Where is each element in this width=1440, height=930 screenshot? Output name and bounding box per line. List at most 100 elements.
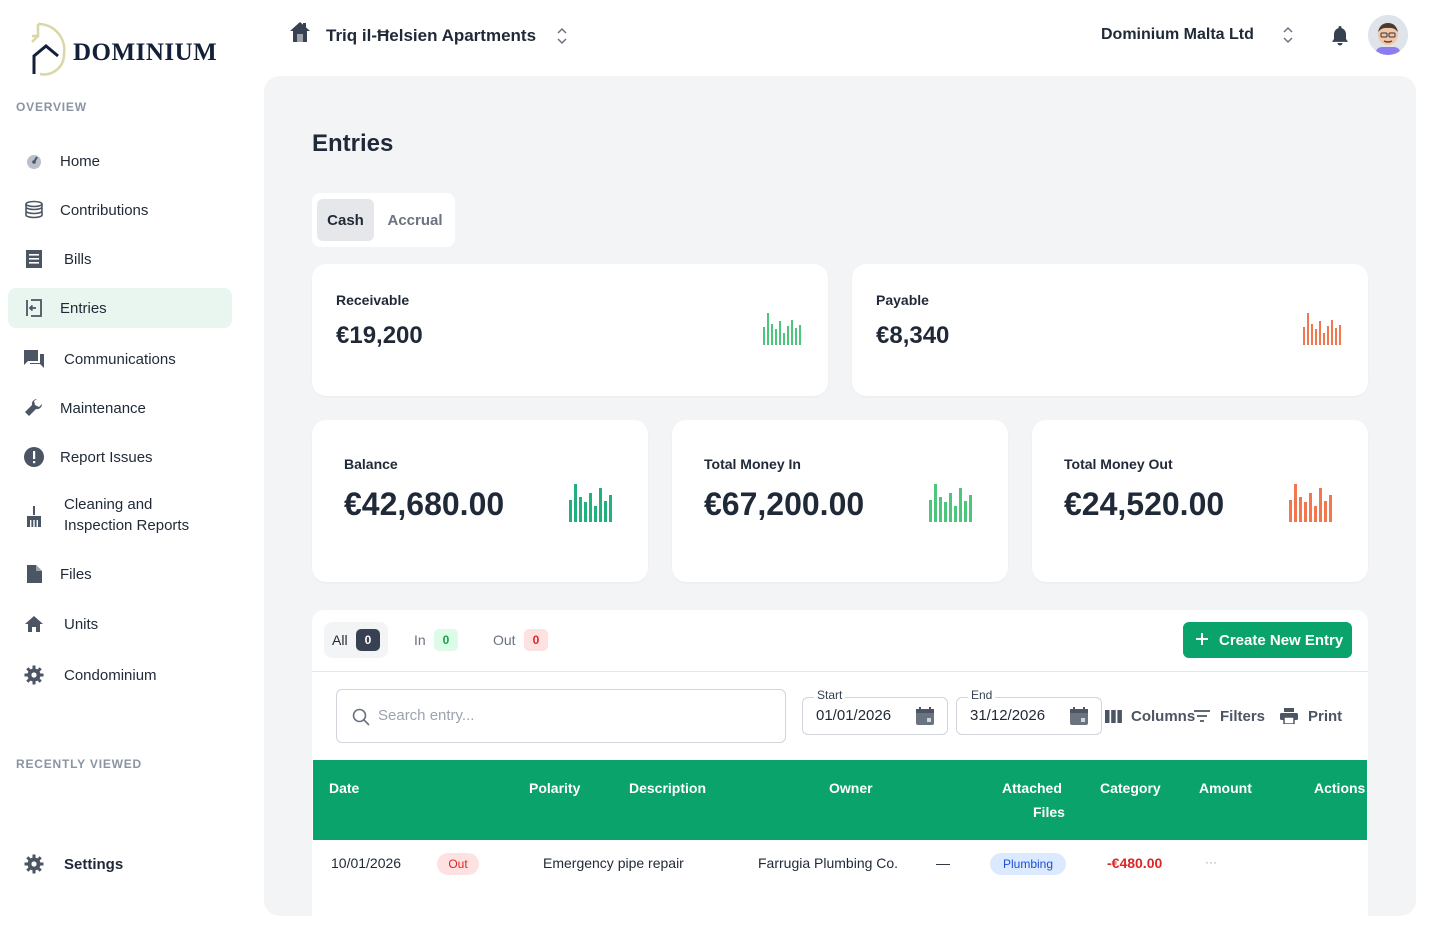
columns-icon <box>1105 709 1122 723</box>
filter-count-all: 0 <box>356 629 380 651</box>
sidebar-item-label-line1: Cleaning and <box>64 496 153 513</box>
columns-button[interactable]: Columns <box>1105 705 1195 727</box>
column-header-actions: Actions <box>1314 780 1366 796</box>
sidebar-item-label: Contributions <box>60 201 149 219</box>
receivable-sparkline-icon <box>763 313 801 345</box>
notifications-bell-icon[interactable] <box>1330 25 1350 52</box>
payable-card: Payable €8,340 <box>852 264 1368 396</box>
settings-gear-icon <box>22 852 46 876</box>
overview-section-label: OVERVIEW <box>16 100 87 114</box>
category-badge: Plumbing <box>990 853 1066 875</box>
user-avatar[interactable] <box>1368 15 1408 55</box>
sidebar-item-contributions[interactable]: Contributions <box>8 190 232 230</box>
search-placeholder: Search entry... <box>378 707 475 724</box>
chevron-updown-icon <box>556 26 568 46</box>
gauge-icon <box>22 149 46 173</box>
create-new-entry-button[interactable]: Create New Entry <box>1183 622 1352 658</box>
page-title: Entries <box>312 130 394 157</box>
cell-description: Emergency pipe repair <box>543 855 684 871</box>
tab-cash[interactable]: Cash <box>317 199 374 241</box>
balance-value: €42,680.00 <box>344 486 505 522</box>
money-out-sparkline-icon <box>1289 484 1332 522</box>
dominium-logo[interactable]: DOMINIUM <box>28 22 218 78</box>
sidebar-item-maintenance[interactable]: Maintenance <box>8 388 232 428</box>
balance-label: Balance <box>344 456 398 472</box>
sidebar-item-bills[interactable]: Bills <box>8 239 232 279</box>
sidebar-item-units[interactable]: Units <box>8 604 232 644</box>
sidebar-item-label: Maintenance <box>60 399 146 417</box>
polarity-badge: Out <box>437 853 479 875</box>
sidebar-item-label: Home <box>60 152 101 170</box>
filter-count-out: 0 <box>524 629 548 651</box>
start-date-value: 01/01/2026 <box>816 707 892 724</box>
property-switcher[interactable]: Triq il-Ħelsien Apartments <box>284 18 584 52</box>
filter-tab-in[interactable]: In 0 <box>406 622 466 658</box>
calendar-icon[interactable] <box>915 706 935 731</box>
logo-text: DOMINIUM <box>73 39 218 66</box>
cell-date: 10/01/2026 <box>331 855 402 871</box>
sidebar-item-entries[interactable]: Entries <box>8 288 232 328</box>
column-header-owner[interactable]: Owner <box>829 776 873 800</box>
sidebar-item-settings[interactable]: Settings <box>8 844 232 884</box>
gear-icon <box>22 663 46 687</box>
column-header-description[interactable]: Description <box>629 776 706 800</box>
alert-icon <box>22 445 46 469</box>
money-out-label: Total Money Out <box>1064 456 1173 472</box>
filter-tab-all[interactable]: All 0 <box>324 622 388 658</box>
sidebar-item-label: Files <box>60 565 92 583</box>
filter-tab-out[interactable]: Out 0 <box>485 622 557 658</box>
sidebar-item-condominium[interactable]: Condominium <box>8 655 232 695</box>
sidebar-item-communications[interactable]: Communications <box>8 339 232 379</box>
row-actions-menu[interactable]: ··· <box>1205 855 1217 869</box>
column-header-attached-files-line1[interactable]: Attached <box>1002 776 1062 800</box>
filters-button[interactable]: Filters <box>1194 705 1265 727</box>
org-chevron-updown-icon[interactable] <box>1282 25 1294 45</box>
calendar-icon[interactable] <box>1069 706 1089 731</box>
column-header-category[interactable]: Category <box>1100 776 1161 800</box>
column-header-amount[interactable]: Amount <box>1199 776 1252 800</box>
print-label: Print <box>1308 707 1343 725</box>
sidebar-item-label: Settings <box>64 855 124 873</box>
money-out-value: €24,520.00 <box>1064 486 1225 522</box>
end-date-label: End <box>968 688 996 702</box>
sidebar-item-home[interactable]: Home <box>8 141 232 181</box>
chat-icon <box>22 347 46 371</box>
end-date-field[interactable]: End 31/12/2026 <box>956 688 1102 735</box>
sidebar-item-label: Entries <box>60 299 107 317</box>
filter-tab-label: Out <box>493 632 516 648</box>
column-header-polarity[interactable]: Polarity <box>529 776 580 800</box>
start-date-field[interactable]: Start 01/01/2026 <box>802 688 948 735</box>
filter-tab-label: All <box>332 632 348 648</box>
money-in-label: Total Money In <box>704 456 801 472</box>
recently-viewed-label: RECENTLY VIEWED <box>16 757 143 771</box>
payable-value: €8,340 <box>876 322 950 349</box>
cell-amount: -€480.00 <box>1107 855 1163 871</box>
sidebar-item-report-issues[interactable]: Report Issues <box>8 437 232 477</box>
columns-label: Columns <box>1131 707 1196 725</box>
property-name: Triq il-Ħelsien Apartments <box>326 26 537 45</box>
create-new-entry-label: Create New Entry <box>1219 631 1344 649</box>
print-button[interactable]: Print <box>1280 705 1342 727</box>
search-input[interactable]: Search entry... <box>336 689 786 743</box>
entries-table-card: All 0 In 0 Out 0 Create New Entry Search… <box>312 610 1368 930</box>
table-header: Date Polarity Description Owner Attached… <box>313 760 1367 840</box>
file-icon <box>22 562 46 586</box>
cell-attached-files: — <box>936 855 950 871</box>
column-header-attached-files-line2[interactable]: Files <box>1033 800 1065 824</box>
sidebar-item-label: Units <box>64 615 99 633</box>
filter-lines-icon <box>1194 710 1210 722</box>
divider <box>312 671 1368 672</box>
column-header-date[interactable]: Date <box>329 776 359 800</box>
sidebar-item-label: Report Issues <box>60 448 153 466</box>
table-row[interactable]: 10/01/2026 Out Emergency pipe repair Far… <box>312 840 1368 890</box>
sidebar-item-files[interactable]: Files <box>8 554 232 594</box>
plus-icon <box>1195 632 1209 650</box>
sidebar-item-label: Condominium <box>64 666 157 684</box>
organization-switcher[interactable]: Dominium Malta Ltd <box>1101 26 1254 44</box>
tab-accrual[interactable]: Accrual <box>380 199 450 241</box>
broom-icon <box>22 505 46 529</box>
filters-label: Filters <box>1220 707 1266 725</box>
sidebar-item-cleaning-reports[interactable]: Cleaning and Inspection Reports <box>8 492 232 540</box>
sidebar: DOMINIUM OVERVIEW Home Contributions Bil… <box>0 0 248 900</box>
printer-icon <box>1280 708 1298 724</box>
